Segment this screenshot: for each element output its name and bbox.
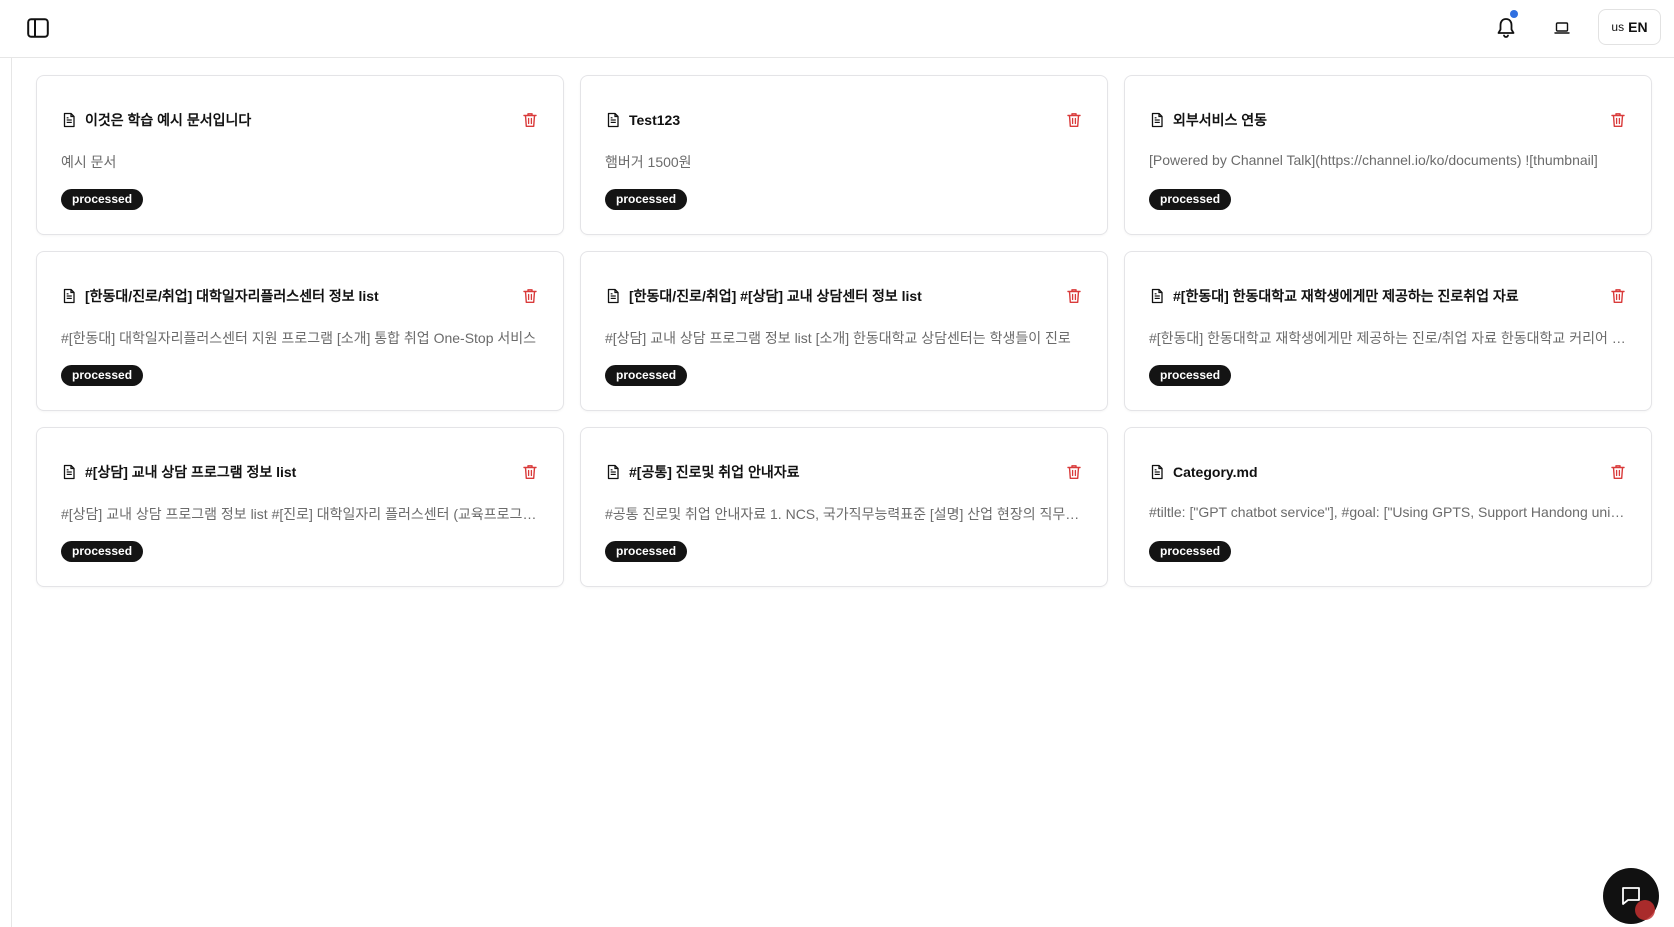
document-icon xyxy=(61,112,77,128)
status-badge: processed xyxy=(61,365,144,386)
document-description: [Powered by Channel Talk](https://channe… xyxy=(1149,152,1598,168)
document-icon xyxy=(1149,112,1165,128)
status-badge: processed xyxy=(605,189,688,210)
status-badge: processed xyxy=(605,541,688,562)
chat-notification-dot xyxy=(1635,900,1655,920)
status-badge: processed xyxy=(605,365,688,386)
document-card[interactable]: Category.md #tiltle: ["GPT chatbot servi… xyxy=(1124,427,1652,587)
card-header: [한동대/진로/취업] #[상담] 교내 상담센터 정보 list xyxy=(605,286,1083,306)
sidebar-divider xyxy=(11,58,12,927)
document-icon xyxy=(1149,464,1165,480)
document-title: [한동대/진로/취업] 대학일자리플러스센터 정보 list xyxy=(85,288,379,304)
delete-icon[interactable] xyxy=(1065,287,1083,305)
delete-icon[interactable] xyxy=(1609,287,1627,305)
status-badge: processed xyxy=(1149,365,1232,386)
delete-icon[interactable] xyxy=(521,111,539,129)
card-header: 이것은 학습 예시 문서입니다 xyxy=(61,110,539,130)
card-header: #[한동대] 한동대학교 재학생에게만 제공하는 진로취업 자료 xyxy=(1149,286,1627,306)
card-header: Category.md xyxy=(1149,462,1627,482)
document-card[interactable]: 이것은 학습 예시 문서입니다 예시 문서 processed xyxy=(36,75,564,235)
chat-button[interactable] xyxy=(1603,868,1659,924)
document-description: #[상담] 교내 상담 프로그램 정보 list [소개] 한동대학교 상담센터… xyxy=(605,330,1071,346)
status-badge: processed xyxy=(1149,189,1232,210)
document-title: [한동대/진로/취업] #[상담] 교내 상담센터 정보 list xyxy=(629,288,922,304)
status-badge: processed xyxy=(61,189,144,210)
flag-icon: us xyxy=(1611,20,1625,34)
document-title: Test123 xyxy=(629,112,681,128)
bell-icon xyxy=(1497,18,1515,38)
card-header: 외부서비스 연동 xyxy=(1149,110,1627,130)
document-title: #[상담] 교내 상담 프로그램 정보 list xyxy=(85,464,297,480)
language-label: EN xyxy=(1628,19,1648,35)
document-description: #[상담] 교내 상담 프로그램 정보 list #[진로] 대학일자리 플러스… xyxy=(61,506,539,522)
notification-dot xyxy=(1510,10,1518,18)
top-bar: us EN xyxy=(0,0,1674,58)
document-title: 외부서비스 연동 xyxy=(1173,112,1268,128)
card-header: #[공통] 진로및 취업 안내자료 xyxy=(605,462,1083,482)
delete-icon[interactable] xyxy=(1609,111,1627,129)
sidebar-toggle-icon[interactable] xyxy=(25,15,51,41)
card-header: [한동대/진로/취업] 대학일자리플러스센터 정보 list xyxy=(61,286,539,306)
delete-icon[interactable] xyxy=(1065,111,1083,129)
document-description: #[한동대] 대학일자리플러스센터 지원 프로그램 [소개] 통합 취업 One… xyxy=(61,330,537,346)
document-title: #[한동대] 한동대학교 재학생에게만 제공하는 진로취업 자료 xyxy=(1173,288,1519,304)
document-icon xyxy=(605,112,621,128)
status-badge: processed xyxy=(61,541,144,562)
document-grid: 이것은 학습 예시 문서입니다 예시 문서 processed Test123 … xyxy=(36,75,1652,587)
language-selector-button[interactable]: us EN xyxy=(1598,9,1661,45)
document-card[interactable]: #[상담] 교내 상담 프로그램 정보 list #[상담] 교내 상담 프로그… xyxy=(36,427,564,587)
document-card[interactable]: [한동대/진로/취업] #[상담] 교내 상담센터 정보 list #[상담] … xyxy=(580,251,1108,411)
delete-icon[interactable] xyxy=(521,287,539,305)
document-title: #[공통] 진로및 취업 안내자료 xyxy=(629,464,800,480)
delete-icon[interactable] xyxy=(1065,463,1083,481)
document-description: 예시 문서 xyxy=(61,154,117,170)
document-description: 햄버거 1500원 xyxy=(605,154,692,170)
document-title: 이것은 학습 예시 문서입니다 xyxy=(85,112,252,128)
card-header: Test123 xyxy=(605,110,1083,130)
card-header: #[상담] 교내 상담 프로그램 정보 list xyxy=(61,462,539,482)
document-card[interactable]: 외부서비스 연동 [Powered by Channel Talk](https… xyxy=(1124,75,1652,235)
document-icon xyxy=(605,288,621,304)
document-card[interactable]: [한동대/진로/취업] 대학일자리플러스센터 정보 list #[한동대] 대학… xyxy=(36,251,564,411)
document-description: #공통 진로및 취업 안내자료 1. NCS, 국가직무능력표준 [설명] 산업… xyxy=(605,506,1083,522)
delete-icon[interactable] xyxy=(1609,463,1627,481)
notification-button[interactable] xyxy=(1492,10,1520,42)
document-icon xyxy=(61,288,77,304)
document-card[interactable]: Test123 햄버거 1500원 processed xyxy=(580,75,1108,235)
document-title: Category.md xyxy=(1173,464,1258,480)
document-icon xyxy=(61,464,77,480)
document-description: #[한동대] 한동대학교 재학생에게만 제공하는 진로/취업 자료 한동대학교 … xyxy=(1149,330,1627,346)
document-icon xyxy=(1149,288,1165,304)
document-card[interactable]: #[한동대] 한동대학교 재학생에게만 제공하는 진로취업 자료 #[한동대] … xyxy=(1124,251,1652,411)
document-description: #tiltle: ["GPT chatbot service"], #goal:… xyxy=(1149,504,1627,520)
status-badge: processed xyxy=(1149,541,1232,562)
document-icon xyxy=(605,464,621,480)
delete-icon[interactable] xyxy=(521,463,539,481)
laptop-icon[interactable] xyxy=(1548,14,1576,42)
document-card[interactable]: #[공통] 진로및 취업 안내자료 #공통 진로및 취업 안내자료 1. NCS… xyxy=(580,427,1108,587)
